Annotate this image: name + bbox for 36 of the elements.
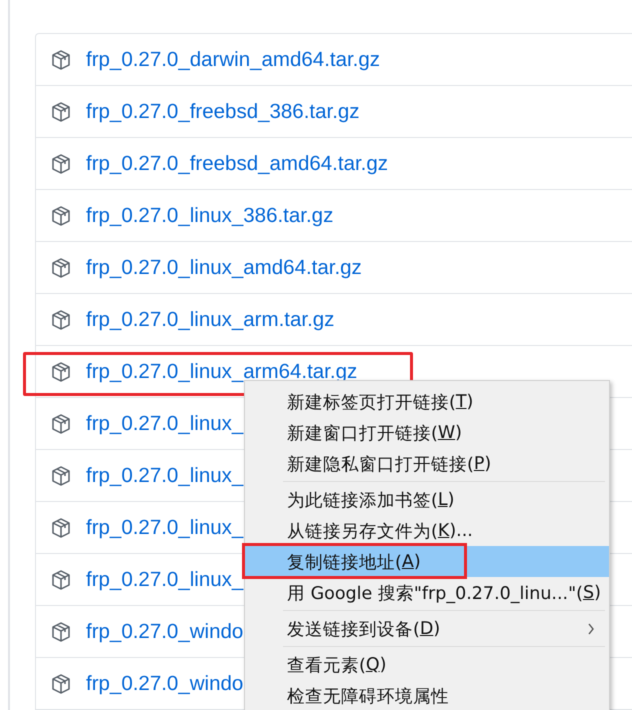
asset-link[interactable]: frp_0.27.0_linux_ <box>86 412 244 436</box>
package-icon <box>50 48 72 70</box>
package-icon <box>50 464 72 486</box>
asset-link[interactable]: frp_0.27.0_linux_amd64.tar.gz <box>86 256 362 280</box>
menu-item[interactable]: 新建隐私窗口打开链接(P) <box>245 448 609 479</box>
asset-link[interactable]: frp_0.27.0_linux_ <box>86 568 244 592</box>
package-icon <box>50 152 72 174</box>
asset-link[interactable]: frp_0.27.0_linux_ <box>86 516 244 540</box>
package-icon <box>50 516 72 538</box>
menu-item[interactable]: 从链接另存文件为(K)... <box>245 515 609 546</box>
package-icon <box>50 620 72 642</box>
package-icon <box>50 412 72 434</box>
asset-link[interactable]: frp_0.27.0_linux_ <box>86 464 244 488</box>
asset-link[interactable]: frp_0.27.0_windo <box>86 672 244 696</box>
asset-link[interactable]: frp_0.27.0_windo <box>86 620 244 644</box>
package-icon <box>50 568 72 590</box>
package-icon <box>50 672 72 694</box>
package-icon <box>50 256 72 278</box>
menu-item[interactable]: 为此链接添加书签(L) <box>245 484 609 515</box>
menu-item[interactable]: 发送链接到设备(D) <box>245 613 609 644</box>
asset-link[interactable]: frp_0.27.0_linux_arm.tar.gz <box>86 308 334 332</box>
menu-item[interactable]: 新建窗口打开链接(W) <box>245 417 609 448</box>
asset-link[interactable]: frp_0.27.0_freebsd_amd64.tar.gz <box>86 152 388 176</box>
menu-item[interactable]: 复制链接地址(A) <box>245 546 609 577</box>
package-icon <box>50 204 72 226</box>
package-icon <box>50 100 72 122</box>
menu-item[interactable]: 新建标签页打开链接(T) <box>245 386 609 417</box>
menu-item[interactable]: 检查无障碍环境属性 <box>245 680 609 710</box>
asset-link[interactable]: frp_0.27.0_linux_arm64.tar.gz <box>86 360 358 384</box>
asset-link[interactable]: frp_0.27.0_darwin_amd64.tar.gz <box>86 48 380 72</box>
package-icon <box>50 308 72 330</box>
menu-item[interactable]: 查看元素(Q) <box>245 649 609 680</box>
menu-item[interactable]: 用 Google 搜索"frp_0.27.0_linu..."(S) <box>245 577 609 608</box>
package-icon <box>50 360 72 382</box>
asset-link[interactable]: frp_0.27.0_freebsd_386.tar.gz <box>86 100 360 124</box>
asset-link[interactable]: frp_0.27.0_linux_386.tar.gz <box>86 204 334 228</box>
